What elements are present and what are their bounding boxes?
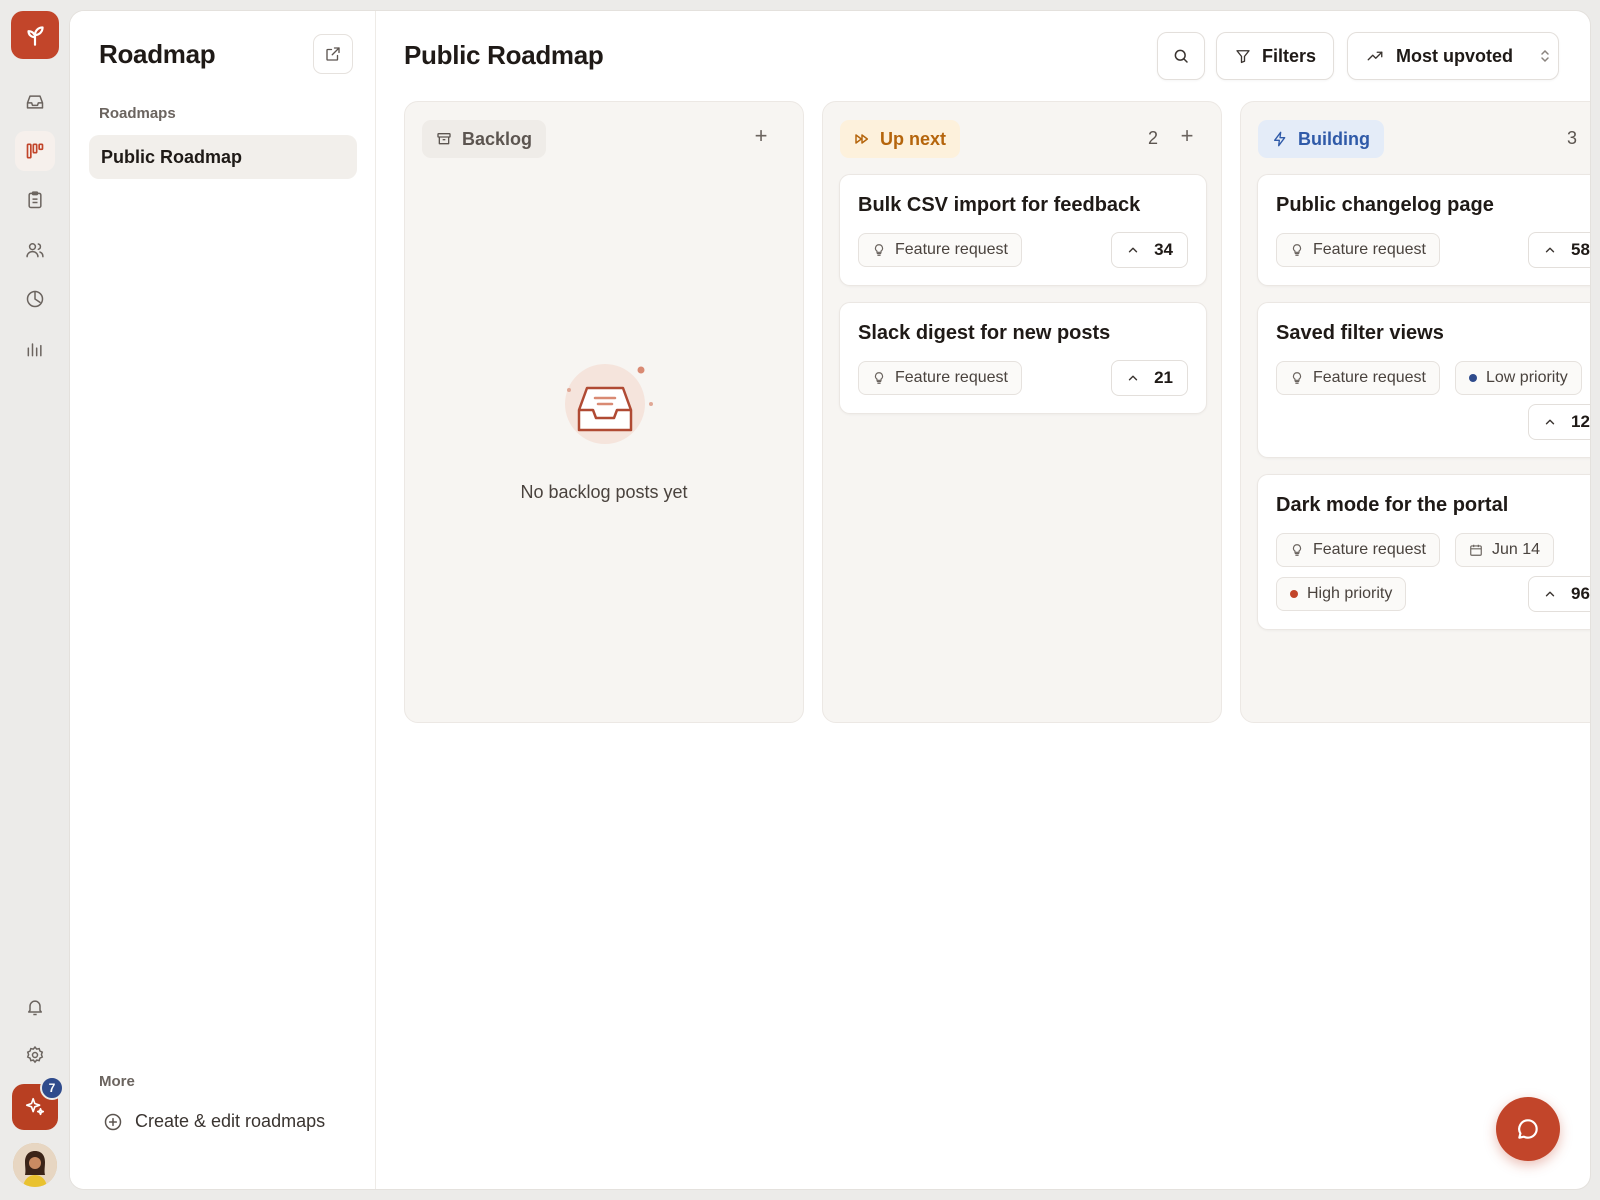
more-section-label: More (99, 1073, 135, 1090)
post-title: Saved filter views (1276, 322, 1444, 344)
chevron-up-icon (1545, 591, 1555, 597)
sidebar: Roadmap Roadmaps Public Roadmap More Cre… (70, 11, 376, 1189)
notification-badge: 7 (40, 1076, 64, 1100)
lightbulb-icon (874, 372, 884, 384)
main-panel: Roadmap Roadmaps Public Roadmap More Cre… (70, 11, 1590, 1189)
upvote-button[interactable]: 21 (1111, 360, 1188, 396)
column-title: Building (1298, 128, 1370, 149)
column-title: Backlog (462, 128, 533, 149)
column-header-backlog[interactable]: Backlog (422, 120, 547, 158)
upvote-button[interactable]: 12 (1528, 404, 1590, 440)
roadmap-icon[interactable] (15, 131, 55, 171)
empty-state-text: No backlog posts yet (520, 482, 688, 502)
external-link-icon (326, 47, 340, 61)
archive-icon (437, 133, 451, 145)
chart-icon[interactable] (15, 329, 55, 369)
sparkle-icon (25, 1097, 45, 1116)
post-card[interactable]: Bulk CSV import for feedback Feature req… (839, 174, 1207, 286)
priority-tag[interactable]: Low priority (1455, 361, 1582, 395)
priority-tag[interactable]: High priority (1276, 577, 1407, 611)
category-tag[interactable]: Feature request (858, 361, 1022, 395)
post-title: Bulk CSV import for feedback (858, 194, 1141, 216)
vote-count: 96 (1571, 584, 1590, 603)
post-title: Dark mode for the portal (1276, 494, 1509, 516)
chevron-up-icon (1128, 247, 1138, 253)
users-icon[interactable] (15, 230, 55, 270)
vote-count: 34 (1154, 240, 1173, 259)
search-button[interactable] (1157, 32, 1205, 80)
category-tag[interactable]: Feature request (1276, 533, 1440, 567)
category-tag[interactable]: Feature request (1276, 233, 1440, 267)
create-roadmap-label: Create & edit roadmaps (135, 1111, 326, 1131)
lightning-icon (1274, 131, 1286, 147)
filter-icon (1236, 50, 1250, 64)
add-post-button[interactable]: + (749, 123, 773, 148)
upvote-button[interactable]: 58 (1528, 232, 1590, 268)
vote-count: 12 (1571, 412, 1590, 431)
due-date-tag[interactable]: Jun 14 (1455, 533, 1555, 567)
plus-circle-icon (104, 1113, 122, 1130)
sort-label: Most upvoted (1396, 45, 1513, 66)
inbox-icon[interactable] (15, 82, 55, 122)
vote-count: 21 (1154, 368, 1173, 387)
lightbulb-icon (1292, 244, 1302, 256)
lightbulb-icon (1292, 372, 1302, 384)
category-tag[interactable]: Feature request (1276, 361, 1440, 395)
sidebar-item-label: Public Roadmap (101, 146, 243, 167)
bell-icon[interactable] (15, 987, 55, 1027)
icon-rail: 7 (0, 0, 70, 1200)
post-card[interactable]: Dark mode for the portal Feature request… (1257, 474, 1590, 630)
column-building: Building 3 Public changelog page Feature… (1240, 101, 1590, 723)
post-card[interactable]: Slack digest for new posts Feature reque… (839, 302, 1207, 414)
upvote-button[interactable]: 34 (1111, 232, 1188, 268)
chevron-updown-icon (1541, 49, 1549, 63)
column-title: Up next (880, 128, 947, 149)
page-title: Public Roadmap (404, 40, 604, 70)
column-count: 3 (1567, 128, 1578, 148)
logo-icon[interactable] (11, 11, 59, 59)
gear-icon[interactable] (15, 1035, 55, 1075)
roadmaps-section-label: Roadmaps (99, 105, 176, 122)
empty-inbox-icon (553, 358, 657, 448)
chat-bubble-icon (1518, 1119, 1538, 1139)
clipboard-icon[interactable] (15, 180, 55, 220)
chevron-up-icon (1128, 375, 1138, 381)
filters-label: Filters (1261, 45, 1317, 66)
chat-button[interactable] (1496, 1097, 1560, 1161)
board-area: Public Roadmap Filters Most upvoted Back… (376, 11, 1590, 1189)
column-header-up-next[interactable]: Up next (840, 120, 961, 158)
lightbulb-icon (1292, 544, 1302, 556)
priority-dot (1290, 590, 1298, 598)
create-roadmap-link[interactable]: Create & edit roadmaps (103, 1111, 325, 1132)
sidebar-item-public-roadmap[interactable]: Public Roadmap (89, 135, 357, 179)
post-title: Slack digest for new posts (858, 322, 1111, 344)
chevron-up-icon (1545, 247, 1555, 253)
open-external-button[interactable] (313, 34, 353, 74)
sidebar-title: Roadmap (99, 39, 216, 69)
sort-select[interactable]: Most upvoted (1347, 32, 1559, 80)
clock-icon[interactable] (15, 279, 55, 319)
search-icon (1174, 49, 1188, 63)
trending-up-icon (1367, 51, 1383, 61)
vote-count: 58 (1571, 240, 1590, 259)
add-post-button[interactable]: + (1175, 123, 1199, 148)
post-card[interactable]: Public changelog page Feature request 58 (1257, 174, 1590, 286)
post-card[interactable]: Saved filter views Feature request Low p… (1257, 302, 1590, 458)
column-backlog: Backlog + No backlog posts yet (404, 101, 804, 723)
category-tag[interactable]: Feature request (858, 233, 1022, 267)
column-count: 2 (1148, 128, 1159, 148)
calendar-icon (1470, 544, 1482, 556)
column-header-building[interactable]: Building (1258, 120, 1384, 158)
fast-forward-icon (855, 134, 869, 144)
priority-dot (1469, 374, 1477, 382)
upvote-button[interactable]: 96 (1528, 576, 1590, 612)
chevron-up-icon (1545, 419, 1555, 425)
column-up-next: Up next 2 + Bulk CSV import for feedback… (822, 101, 1222, 723)
post-title: Public changelog page (1276, 194, 1494, 216)
filters-button[interactable]: Filters (1216, 32, 1334, 80)
avatar[interactable] (13, 1143, 57, 1187)
lightbulb-icon (874, 244, 884, 256)
